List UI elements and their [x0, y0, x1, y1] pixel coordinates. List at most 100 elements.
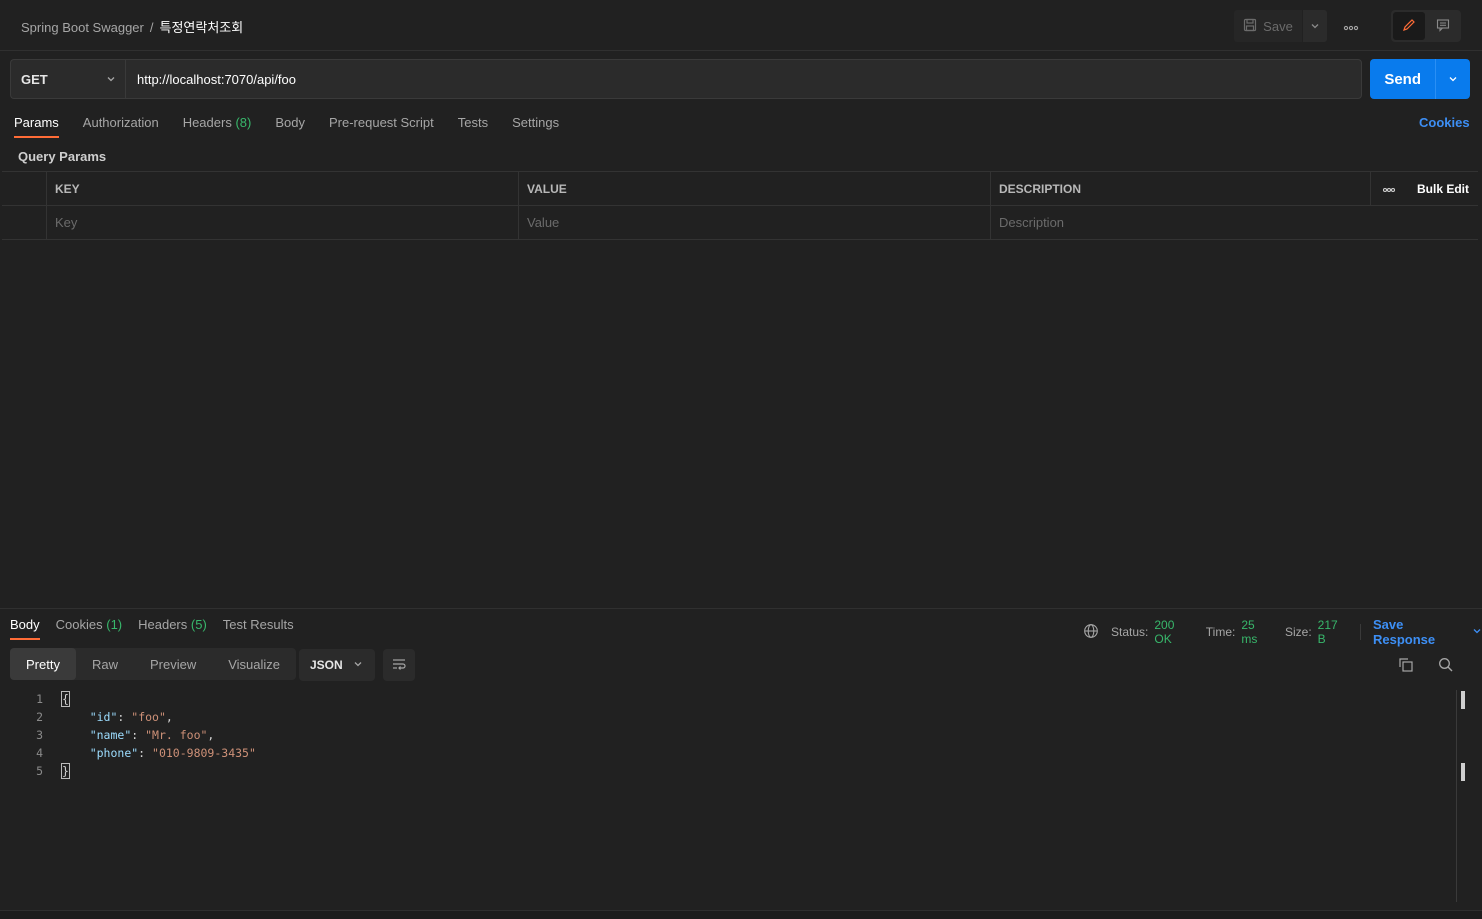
tab-params[interactable]: Params [14, 115, 59, 138]
breadcrumb-request-name[interactable]: 특정연락처조회 [159, 20, 243, 35]
tab-label: Cookies [55, 617, 103, 632]
response-tab-cookies[interactable]: Cookies (1) [56, 617, 122, 640]
response-tab-headers[interactable]: Headers (5) [138, 617, 207, 640]
search-icon[interactable] [1437, 656, 1455, 677]
size-value[interactable]: 217 B [1318, 618, 1348, 646]
json-value: "foo" [131, 710, 166, 724]
query-params-title: Query Params [18, 149, 107, 164]
response-divider[interactable] [0, 608, 1482, 609]
language-select[interactable]: JSON [299, 649, 375, 681]
send-dropdown-button[interactable] [1436, 59, 1470, 99]
column-header-description: DESCRIPTION [990, 172, 1370, 205]
tab-count: (1) [106, 617, 123, 632]
format-pretty[interactable]: Pretty [10, 648, 76, 680]
tab-label: Test Results [222, 617, 294, 632]
response-tab-test-results[interactable]: Test Results [223, 617, 294, 640]
url-input[interactable]: http://localhost:7070/api/foo [125, 59, 1362, 99]
params-more-button[interactable] [1370, 172, 1406, 205]
param-value-input[interactable]: Value [518, 206, 990, 239]
column-header-value: VALUE [518, 172, 990, 205]
tab-pre-request-script[interactable]: Pre-request Script [329, 115, 434, 138]
save-response-button[interactable]: Save Response [1373, 617, 1466, 647]
format-preview[interactable]: Preview [134, 648, 212, 680]
tab-label: Params [14, 115, 59, 130]
wrap-icon [391, 657, 407, 674]
json-colon: : [117, 710, 132, 724]
tab-body[interactable]: Body [275, 115, 305, 138]
tab-label: Authorization [82, 115, 159, 130]
send-button[interactable]: Send [1370, 59, 1437, 99]
line-number: 1 [36, 692, 43, 706]
save-button[interactable]: Save [1234, 10, 1302, 42]
response-tabs: Body Cookies (1) Headers (5) Test Result… [10, 617, 294, 640]
json-key: "id" [89, 710, 118, 724]
tab-count: (5) [190, 617, 207, 632]
json-key: "name" [89, 728, 132, 742]
scrollbar-marker [1461, 763, 1465, 781]
query-params-table: KEY VALUE DESCRIPTION Bulk Edit Key Valu… [2, 171, 1478, 240]
tab-label: Body [10, 617, 40, 632]
table-header-row: KEY VALUE DESCRIPTION Bulk Edit [2, 172, 1478, 205]
more-options-button[interactable] [1340, 15, 1362, 37]
copy-icon[interactable] [1397, 656, 1415, 677]
scrollbar-marker [1461, 691, 1465, 709]
line-number: 3 [36, 728, 43, 742]
chevron-down-icon [106, 72, 116, 87]
breadcrumb-separator: / [149, 20, 154, 35]
wrap-lines-button[interactable] [383, 649, 415, 681]
json-key: "phone" [89, 746, 139, 760]
param-description-input[interactable]: Description [990, 206, 1478, 239]
code-brace: } [61, 763, 70, 779]
tab-settings[interactable]: Settings [512, 115, 559, 138]
edit-mode-button[interactable] [1393, 12, 1425, 40]
line-number: 2 [36, 710, 43, 724]
breadcrumb-collection[interactable]: Spring Boot Swagger [21, 20, 144, 35]
documentation-mode-button[interactable] [1427, 12, 1459, 40]
json-colon: : [138, 746, 153, 760]
json-comma: , [207, 728, 215, 742]
time-value[interactable]: 25 ms [1241, 618, 1273, 646]
method-select[interactable]: GET [10, 59, 126, 99]
method-label: GET [21, 71, 48, 87]
request-tabs: Params Authorization Headers (8) Body Pr… [14, 115, 559, 138]
json-value: "010-9809-3435" [152, 746, 256, 760]
code-line: 1{ [0, 690, 70, 708]
code-brace: { [61, 691, 70, 707]
view-mode-toggle [1391, 10, 1461, 42]
save-icon [1243, 18, 1257, 35]
tab-label: Pre-request Script [328, 115, 434, 130]
tab-headers[interactable]: Headers (8) [183, 115, 252, 138]
save-dropdown-button[interactable] [1303, 10, 1327, 42]
editor-scrollbar[interactable] [1456, 690, 1457, 902]
pencil-icon [1402, 18, 1416, 35]
tab-label: Settings [512, 115, 560, 130]
ellipsis-icon [1382, 181, 1396, 196]
tab-tests[interactable]: Tests [458, 115, 488, 138]
tab-authorization[interactable]: Authorization [83, 115, 159, 138]
response-format-tabs: Pretty Raw Preview Visualize [10, 648, 297, 680]
status-value[interactable]: 200 OK [1154, 618, 1193, 646]
breadcrumb: Spring Boot Swagger / 특정연락처조회 [21, 17, 243, 36]
code-line: 5} [0, 762, 70, 780]
format-raw[interactable]: Raw [76, 648, 134, 680]
cookies-link[interactable]: Cookies [1419, 115, 1470, 130]
comment-icon [1436, 18, 1450, 35]
bulk-edit-button[interactable]: Bulk Edit [1406, 172, 1478, 205]
line-number: 4 [36, 746, 43, 760]
response-status-bar: Status: 200 OK Time: 25 ms Size: 217 B Save… [1083, 617, 1482, 647]
time-label: Time: [1205, 625, 1236, 639]
globe-icon[interactable] [1083, 623, 1099, 642]
status-label: Status: [1111, 625, 1149, 639]
code-line: 3 "name": "Mr. foo", [0, 726, 214, 744]
format-visualize[interactable]: Visualize [212, 648, 296, 680]
chevron-down-icon[interactable] [1472, 625, 1482, 639]
tab-label: Tests [457, 115, 489, 130]
code-line: 2 "id": "foo", [0, 708, 173, 726]
param-key-input[interactable]: Key [46, 206, 518, 239]
column-header-key: KEY [46, 172, 518, 205]
response-tab-body[interactable]: Body [10, 617, 40, 640]
code-line: 4 "phone": "010-9809-3435" [0, 744, 256, 762]
save-group: Save [1234, 10, 1327, 42]
